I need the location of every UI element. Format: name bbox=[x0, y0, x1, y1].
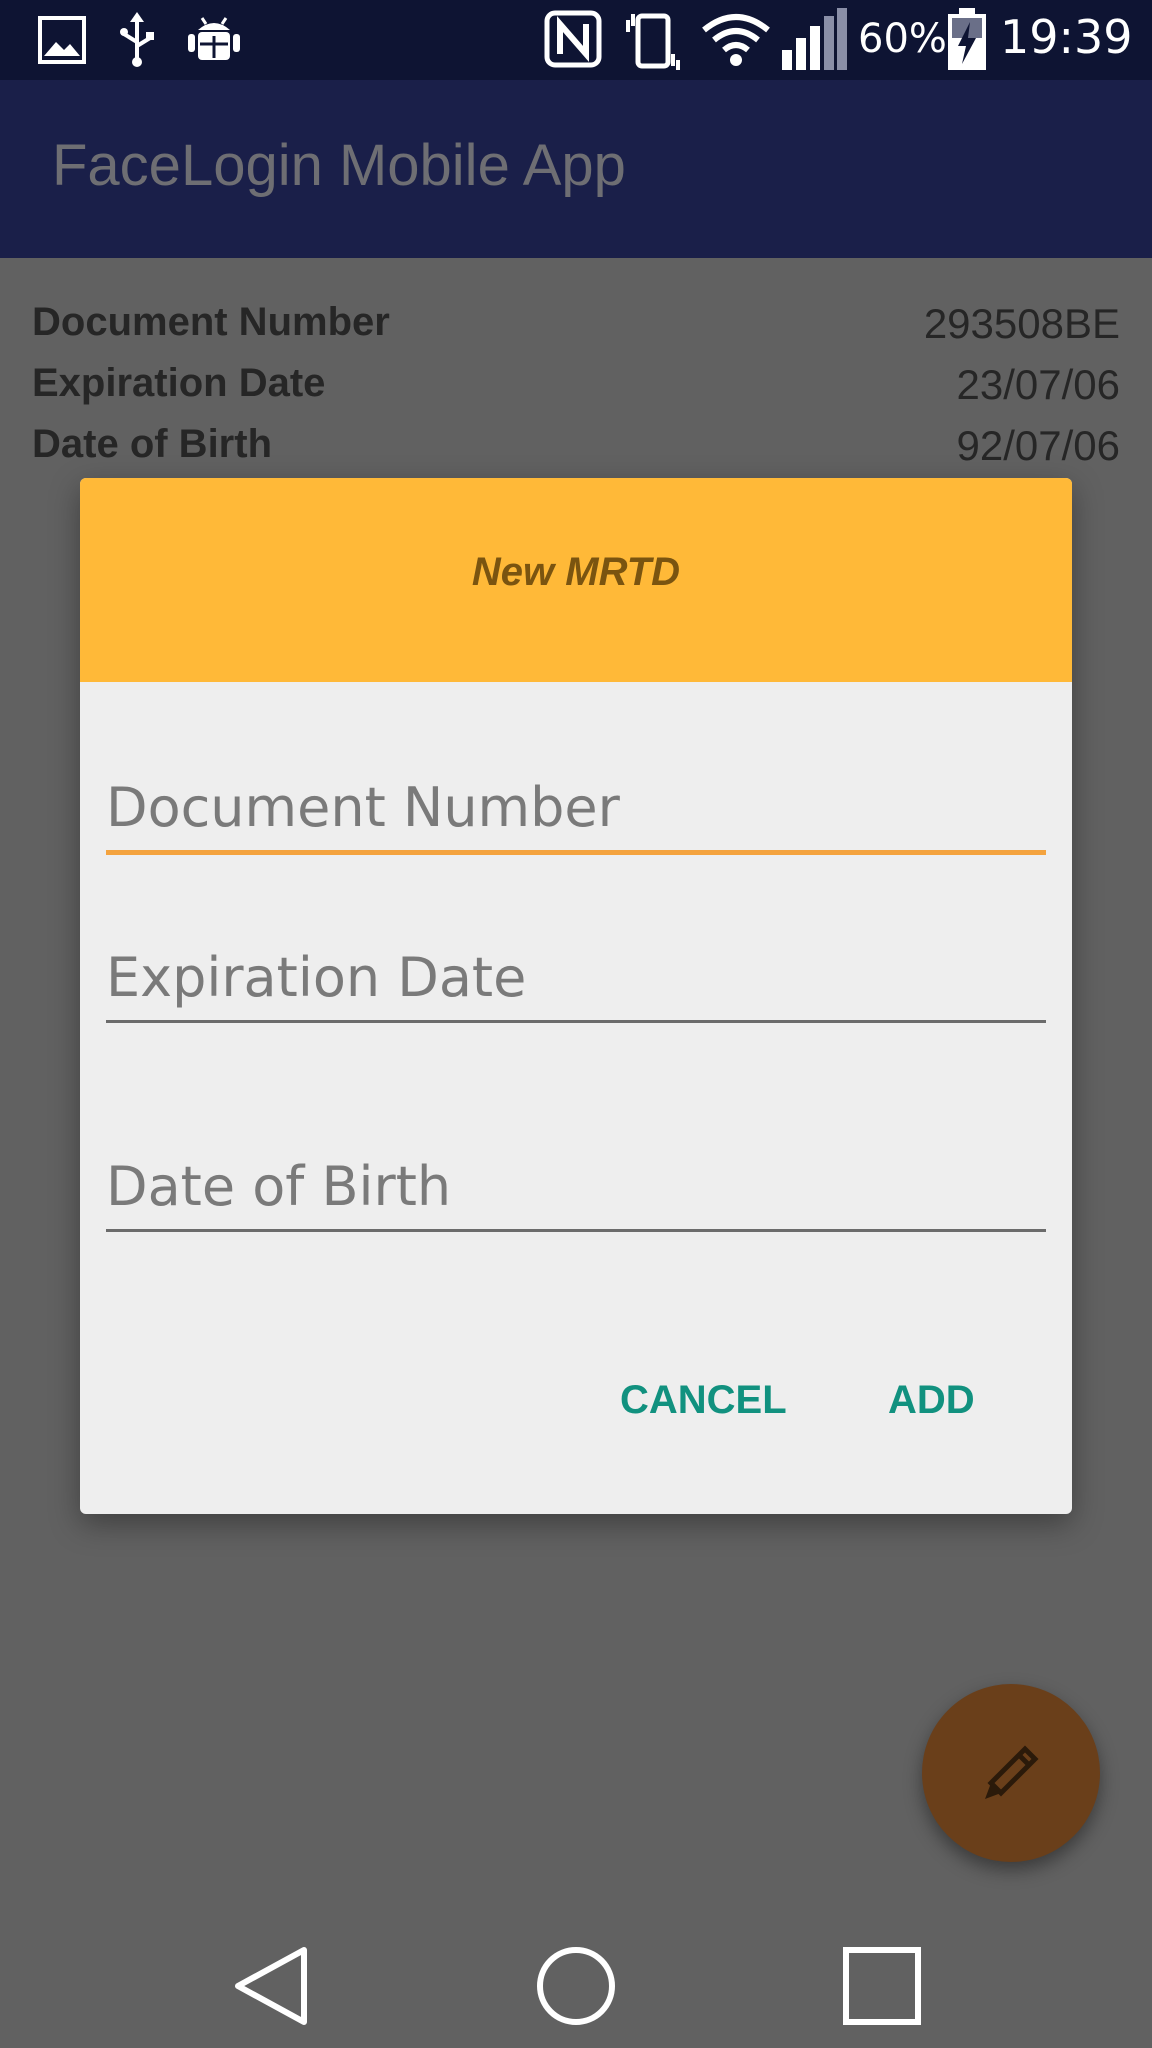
cancel-button[interactable]: CANCEL bbox=[620, 1378, 787, 1423]
date-of-birth-field[interactable] bbox=[106, 1141, 1046, 1231]
pencil-icon bbox=[985, 1745, 1039, 1799]
status-bar: 60% 19:39 bbox=[0, 0, 1152, 80]
battery-charging-icon bbox=[946, 8, 988, 76]
document-number-underline bbox=[106, 850, 1046, 855]
expiration-date-underline bbox=[106, 1020, 1046, 1023]
toolbar-title: FaceLogin Mobile App bbox=[52, 133, 626, 198]
status-time: 19:39 bbox=[1000, 10, 1133, 64]
signal-icon bbox=[780, 8, 848, 76]
navigation-bar bbox=[0, 1918, 1152, 2048]
add-button[interactable]: ADD bbox=[888, 1378, 975, 1423]
info-row-expiration-date: Expiration Date 23/07/06 bbox=[0, 361, 1152, 421]
edit-fab-button[interactable] bbox=[922, 1684, 1100, 1862]
info-label: Document Number bbox=[32, 300, 390, 344]
info-row-document-number: Document Number 293508BE bbox=[0, 300, 1152, 360]
back-icon[interactable] bbox=[228, 1944, 312, 2032]
info-value: 92/07/06 bbox=[956, 422, 1121, 469]
dialog-title: New MRTD bbox=[471, 550, 681, 594]
dialog-header: New MRTD bbox=[80, 478, 1072, 682]
recents-icon[interactable] bbox=[840, 1944, 924, 2032]
expiration-date-field[interactable] bbox=[106, 932, 1046, 1022]
app-toolbar: FaceLogin Mobile App bbox=[0, 80, 1152, 258]
info-value: 23/07/06 bbox=[956, 361, 1121, 408]
info-row-date-of-birth: Date of Birth 92/07/06 bbox=[0, 422, 1152, 482]
wifi-icon bbox=[700, 12, 772, 72]
gallery-icon bbox=[38, 16, 86, 68]
nfc-icon bbox=[544, 10, 602, 72]
vibrate-icon bbox=[622, 10, 684, 76]
document-number-field[interactable] bbox=[106, 762, 1046, 852]
home-icon[interactable] bbox=[534, 1944, 618, 2032]
android-debug-icon bbox=[186, 14, 242, 68]
info-label: Expiration Date bbox=[32, 361, 326, 405]
usb-icon bbox=[114, 12, 160, 72]
new-mrtd-dialog: New MRTD CANCEL ADD bbox=[80, 478, 1072, 1514]
info-value: 293508BE bbox=[923, 300, 1120, 347]
date-of-birth-underline bbox=[106, 1229, 1046, 1232]
info-label: Date of Birth bbox=[32, 422, 272, 466]
battery-percent: 60% bbox=[858, 16, 947, 62]
